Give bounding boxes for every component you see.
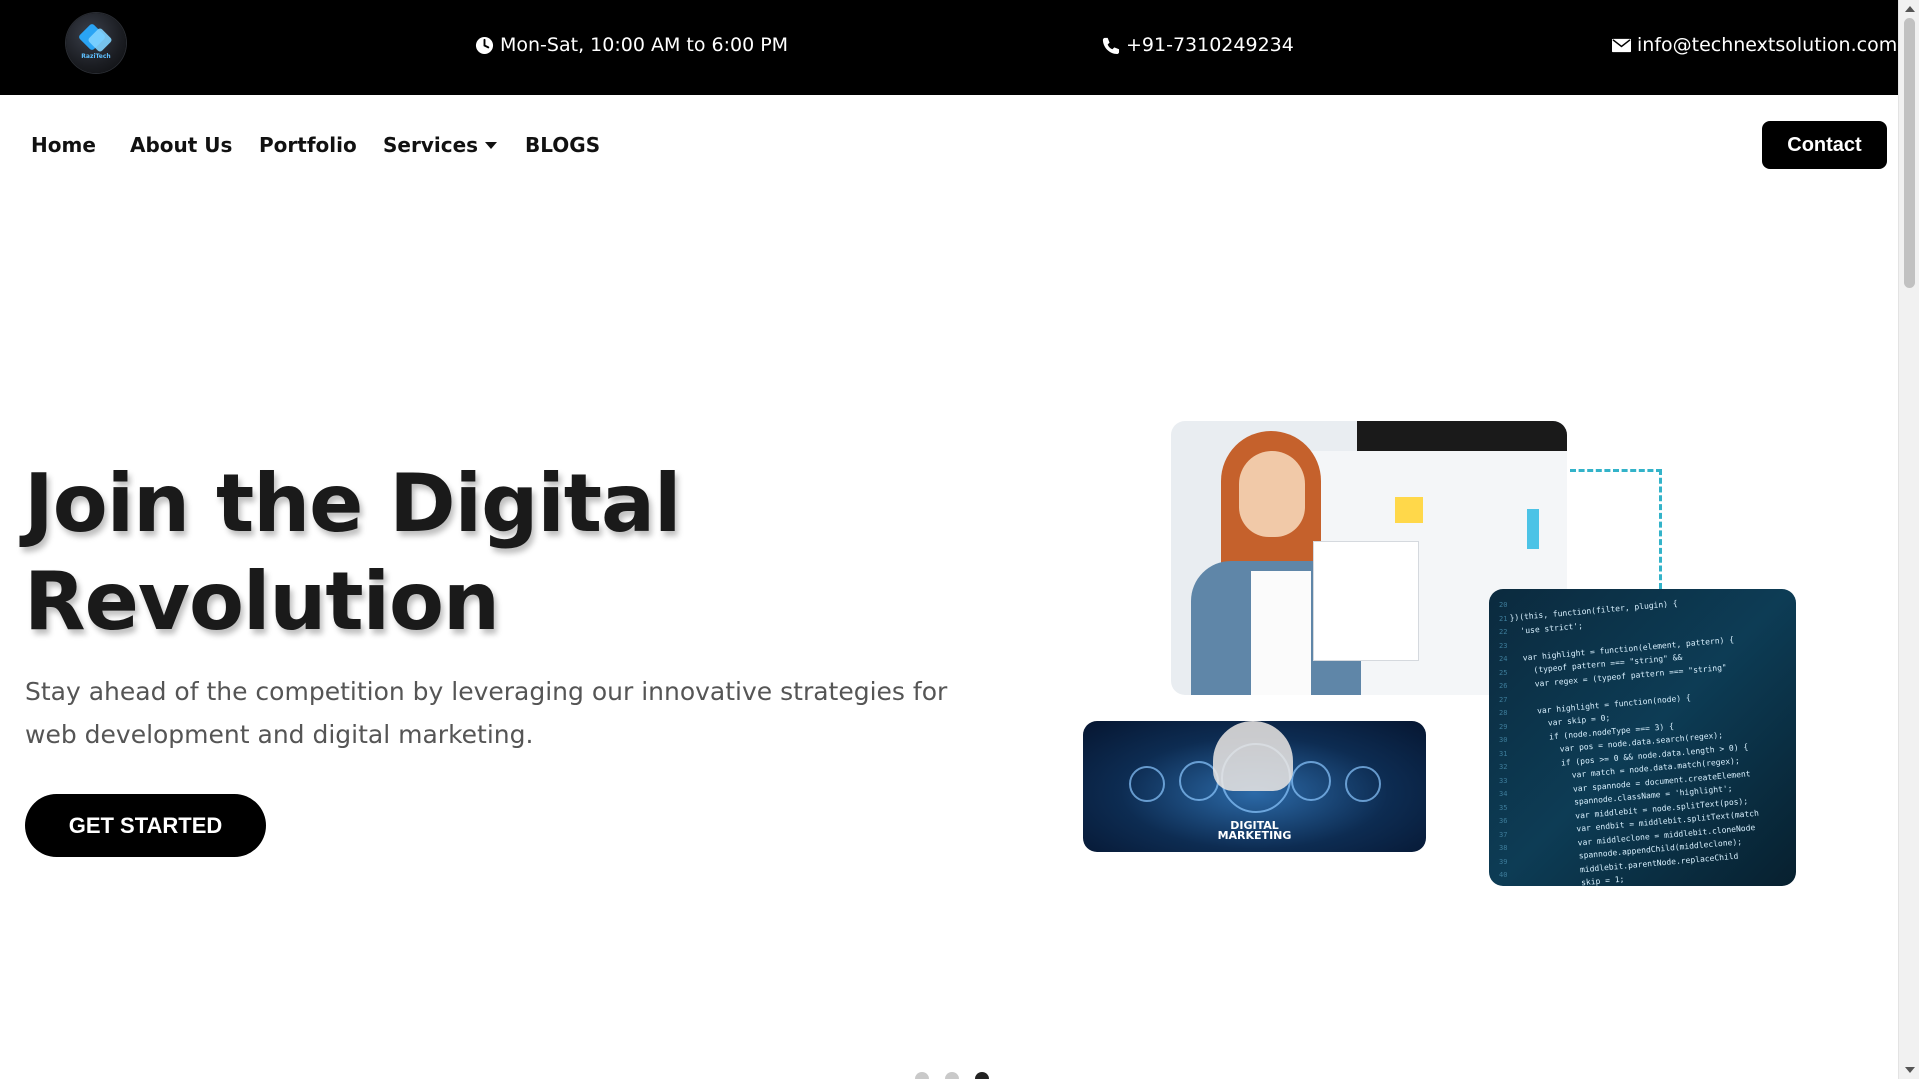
- phone-number[interactable]: +91-7310249234: [1126, 34, 1294, 56]
- top-info-bar: RaziTech Mon-Sat, 10:00 AM to 6:00 PM +9…: [0, 0, 1898, 95]
- scroll-up-icon[interactable]: [1905, 6, 1915, 12]
- sticky-note-blue: [1527, 509, 1539, 549]
- dm-hand: [1213, 721, 1293, 791]
- email-address[interactable]: info@technextsolution.com: [1637, 34, 1897, 56]
- dm-label-line2: MARKETING: [1217, 829, 1292, 842]
- carousel-dot[interactable]: [945, 1072, 959, 1079]
- dm-icon-circle: [1291, 761, 1331, 801]
- dm-icon-circle: [1345, 766, 1381, 802]
- nav-portfolio[interactable]: Portfolio: [259, 133, 357, 157]
- email-contact[interactable]: info@technextsolution.com: [1612, 34, 1897, 56]
- get-started-button[interactable]: GET STARTED: [25, 794, 266, 857]
- nav-services[interactable]: Services: [383, 133, 498, 157]
- envelope-icon: [1612, 38, 1631, 52]
- carousel-dot[interactable]: [975, 1072, 989, 1079]
- page-scrollbar[interactable]: [1898, 0, 1919, 1079]
- carousel-dots: [915, 1072, 989, 1079]
- nav-services-label: Services: [383, 133, 479, 157]
- scrollbar-thumb[interactable]: [1904, 18, 1915, 288]
- sticky-note: [1395, 497, 1423, 523]
- image-dark-strip: [1357, 421, 1567, 451]
- digital-marketing-image: DIGITAL MARKETING: [1083, 721, 1426, 852]
- dm-icon-circle: [1129, 766, 1165, 802]
- company-logo[interactable]: RaziTech: [66, 13, 126, 73]
- woman-face: [1239, 451, 1305, 537]
- dashed-connector: [1570, 469, 1662, 589]
- caret-down-icon: [485, 141, 498, 149]
- hero-title-line2: Revolution: [24, 555, 500, 648]
- code-lines: })(this, function(filter, plugin) { 'use…: [1509, 598, 1760, 886]
- nav-blogs[interactable]: BLOGS: [525, 133, 600, 157]
- code-screen-image: 20 21 22 23 24 25 26 27 28 29 30 31 32 3…: [1489, 589, 1796, 886]
- hero-subtitle: Stay ahead of the competition by leverag…: [25, 677, 948, 749]
- dm-label: DIGITAL MARKETING: [1083, 820, 1426, 842]
- clock-icon: [475, 36, 494, 54]
- carousel-dot[interactable]: [915, 1072, 929, 1079]
- nav-home[interactable]: Home: [31, 133, 96, 157]
- scroll-down-icon[interactable]: [1905, 1067, 1915, 1073]
- logo-text: RaziTech: [81, 53, 111, 60]
- phone-contact[interactable]: +91-7310249234: [1101, 34, 1294, 56]
- nav-about-us[interactable]: About Us: [130, 133, 232, 157]
- code-gutter: 20 21 22 23 24 25 26 27 28 29 30 31 32 3…: [1499, 601, 1508, 879]
- business-hours-text: Mon-Sat, 10:00 AM to 6:00 PM: [500, 34, 789, 56]
- business-hours: Mon-Sat, 10:00 AM to 6:00 PM: [475, 34, 788, 56]
- hero-title-line1: Join the Digital: [24, 457, 681, 550]
- phone-icon: [1102, 37, 1120, 54]
- main-navigation: Home About Us Portfolio Services BLOGS C…: [0, 95, 1898, 195]
- wireframe-paper: [1313, 541, 1419, 661]
- contact-button[interactable]: Contact: [1762, 121, 1887, 169]
- woman-top: [1251, 571, 1311, 695]
- hero-title: Join the Digital Revolution: [24, 455, 884, 651]
